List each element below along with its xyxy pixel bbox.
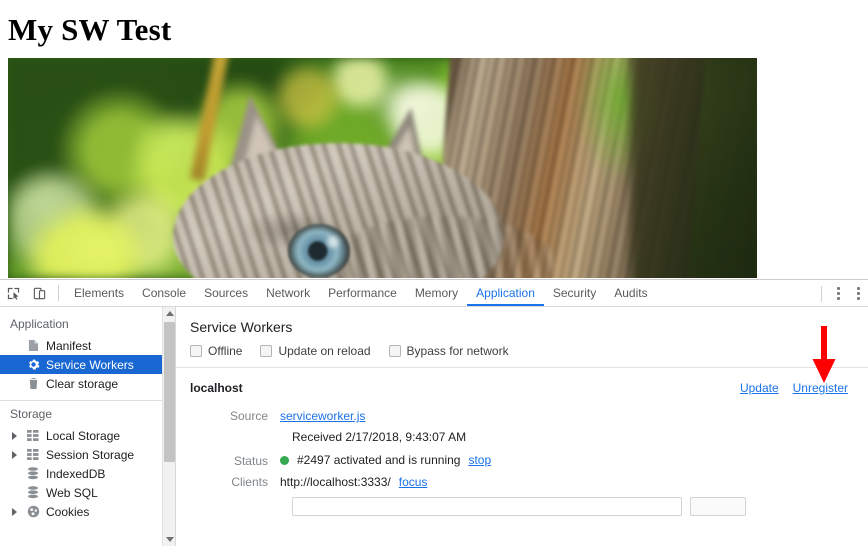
devtools-toolbar: Elements Console Sources Network Perform…	[0, 280, 868, 307]
sidebar-item-session-storage[interactable]: Session Storage	[0, 445, 175, 464]
database-icon	[26, 467, 40, 481]
sidebar-item-manifest[interactable]: Manifest	[0, 336, 175, 355]
bypass-for-network-checkbox-row[interactable]: Bypass for network	[388, 344, 509, 358]
update-on-reload-checkbox-row[interactable]: Update on reload	[260, 344, 371, 358]
sidebar-item-label: Web SQL	[46, 485, 98, 500]
kitten-eye	[288, 224, 351, 278]
sidebar-item-label: IndexedDB	[46, 466, 106, 481]
status-text: #2497 activated and is running	[297, 453, 461, 467]
table-grid-icon	[26, 429, 40, 443]
tab-sources[interactable]: Sources	[195, 280, 257, 306]
offline-label: Offline	[208, 344, 243, 358]
source-received-text: Received 2/17/2018, 9:43:07 AM	[292, 430, 467, 444]
sidebar-item-service-workers[interactable]: Service Workers	[0, 355, 175, 374]
status-label: Status	[233, 453, 268, 468]
tab-performance[interactable]: Performance	[319, 280, 406, 306]
sidebar-item-local-storage[interactable]: Local Storage	[0, 426, 175, 445]
sidebar-item-label: Cookies	[46, 504, 90, 519]
source-file-link[interactable]: serviceworker.js	[280, 409, 365, 423]
sidebar-item-web-sql[interactable]: Web SQL	[0, 483, 175, 502]
toolbar-right-actions	[815, 280, 868, 307]
stop-link[interactable]: stop	[468, 453, 491, 467]
database-icon	[26, 486, 40, 500]
tab-audits[interactable]: Audits	[605, 280, 656, 306]
application-sidebar: Application Manifest Service Workers Cle…	[0, 307, 176, 546]
service-workers-pane: Service Workers Offline Update on reload…	[176, 307, 868, 546]
offline-checkbox-row[interactable]: Offline	[190, 344, 242, 358]
page-title: My SW Test	[8, 12, 172, 47]
source-label: Source	[229, 409, 268, 423]
chevron-right-icon[interactable]	[12, 507, 17, 516]
status-indicator-dot	[280, 455, 289, 465]
tab-application[interactable]: Application	[467, 280, 544, 306]
sidebar-item-label: Session Storage	[46, 447, 135, 462]
offline-checkbox[interactable]	[190, 345, 202, 357]
scroll-up-icon[interactable]	[163, 307, 175, 320]
sidebar-item-indexeddb[interactable]: IndexedDB	[0, 464, 175, 483]
tab-elements[interactable]: Elements	[65, 280, 133, 306]
devtools-panel: Elements Console Sources Network Perform…	[0, 279, 868, 546]
tab-network[interactable]: Network	[257, 280, 319, 306]
service-worker-options: Offline Update on reload Bypass for netw…	[176, 335, 868, 368]
sidebar-item-label: Manifest	[46, 338, 92, 353]
devtools-body: Application Manifest Service Workers Cle…	[0, 307, 868, 546]
unregister-link[interactable]: Unregister	[793, 381, 848, 395]
pane-heading: Service Workers	[190, 319, 293, 335]
status-row: Status #2497 activated and is running st…	[190, 453, 868, 468]
sidebar-item-clear-storage[interactable]: Clear storage	[0, 374, 175, 393]
update-on-reload-checkbox[interactable]	[260, 345, 273, 357]
sidebar-scrollbar[interactable]	[162, 307, 175, 546]
scrollbar-thumb[interactable]	[164, 322, 175, 462]
web-page-viewport: My SW Test	[0, 0, 868, 279]
table-grid-icon	[26, 448, 40, 462]
bypass-for-network-label: Bypass for network	[406, 344, 509, 358]
hero-image-kitten	[8, 58, 757, 278]
registration-details: Source serviceworker.js Received 2/17/20…	[190, 409, 868, 516]
tab-console[interactable]: Console	[133, 280, 195, 306]
sidebar-item-label: Local Storage	[46, 428, 121, 443]
more-vertical-icon[interactable]	[848, 281, 868, 307]
sidebar-item-label: Clear storage	[46, 376, 119, 391]
sidebar-group-application: Application	[10, 317, 69, 331]
focus-link[interactable]: focus	[399, 475, 428, 489]
push-message-input[interactable]	[292, 496, 682, 516]
sidebar-item-label: Service Workers	[46, 357, 134, 372]
clients-label: Clients	[231, 474, 268, 489]
cookie-icon	[26, 505, 40, 519]
service-worker-registration: localhost Update Unregister Source servi…	[176, 368, 868, 516]
push-message-row	[292, 496, 868, 516]
registration-actions: Update Unregister	[740, 381, 848, 395]
device-toolbar-icon[interactable]	[26, 280, 52, 306]
more-vertical-icon[interactable]	[828, 281, 848, 307]
sidebar-group-storage: Storage	[10, 407, 53, 421]
chevron-right-icon[interactable]	[12, 450, 17, 459]
tab-security[interactable]: Security	[544, 280, 605, 306]
manifest-file-icon	[26, 339, 40, 353]
sidebar-item-cookies[interactable]: Cookies	[0, 502, 175, 521]
inspect-element-icon[interactable]	[0, 280, 26, 306]
sidebar-divider	[0, 400, 175, 401]
update-link[interactable]: Update	[740, 381, 779, 395]
client-url: http://localhost:3333/	[280, 474, 391, 489]
kitten-figure	[173, 91, 555, 278]
clients-row: Clients http://localhost:3333/ focus	[190, 475, 868, 489]
toolbar-divider	[821, 285, 822, 302]
chevron-right-icon[interactable]	[12, 431, 17, 440]
bypass-for-network-checkbox[interactable]	[388, 345, 401, 357]
trash-icon	[26, 377, 40, 391]
trunk-shadow	[629, 58, 757, 278]
tab-memory[interactable]: Memory	[406, 280, 467, 306]
push-button[interactable]	[690, 496, 746, 516]
gear-icon	[26, 358, 40, 372]
update-on-reload-label: Update on reload	[278, 344, 371, 358]
scroll-down-icon[interactable]	[163, 533, 175, 546]
toolbar-divider	[58, 285, 59, 301]
source-row: Source serviceworker.js	[190, 409, 868, 423]
